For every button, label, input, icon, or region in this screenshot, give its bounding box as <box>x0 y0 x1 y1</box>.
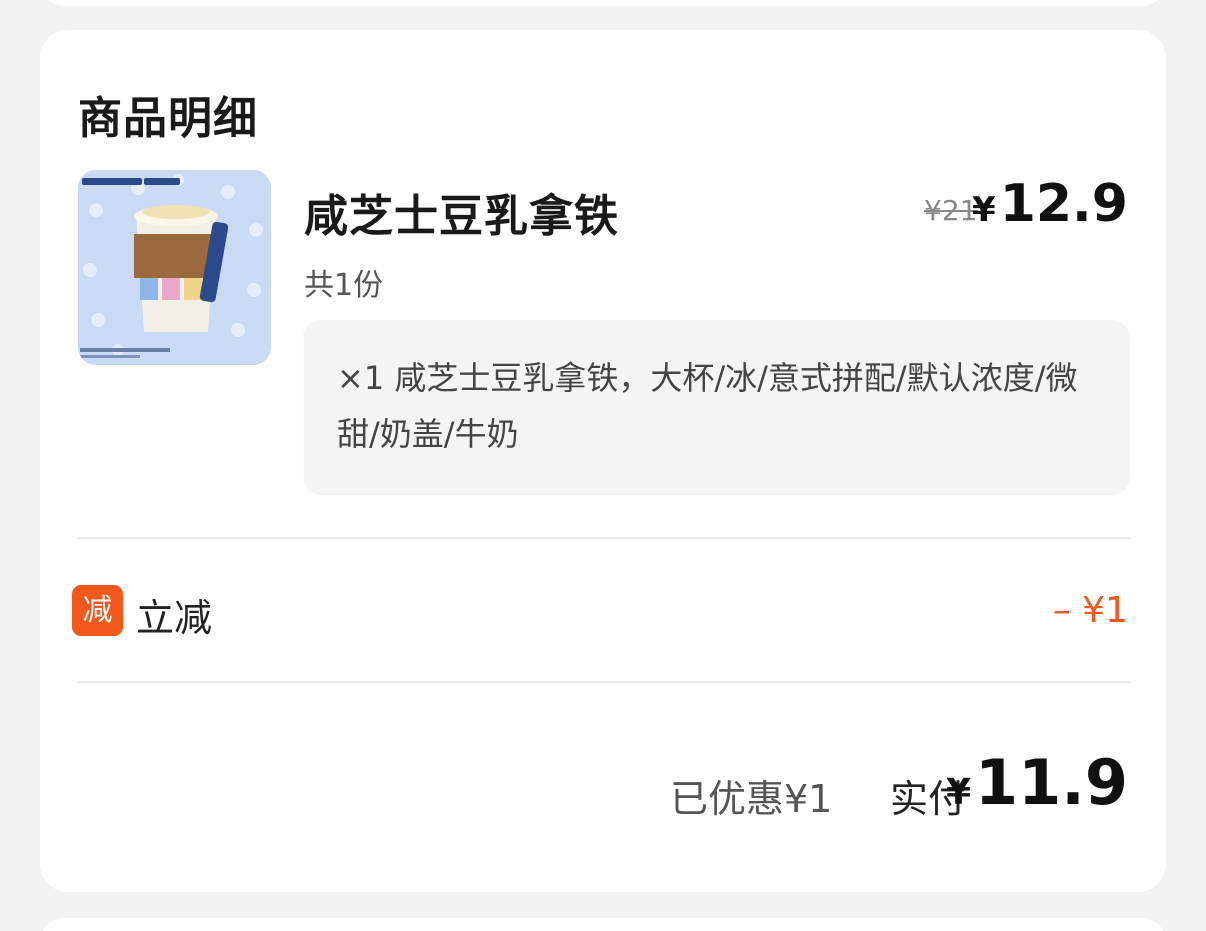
original-price: ¥21 <box>924 194 978 227</box>
product-image[interactable] <box>78 170 271 365</box>
order-detail-card: 商品明细 咸芝士豆乳拿铁 ¥21 ¥ 12.9 共1份 ×1 咸芝士豆乳拿铁，大… <box>40 30 1166 892</box>
divider <box>78 681 1130 683</box>
discount-value: – ¥1 <box>1052 590 1128 631</box>
current-price: ¥ 12.9 <box>972 174 1128 234</box>
total-paid: ¥ 11.9 <box>946 746 1128 819</box>
total-value: 11.9 <box>975 746 1128 819</box>
divider <box>78 537 1130 539</box>
product-name: 咸芝士豆乳拿铁 <box>304 191 619 242</box>
spec-box: ×1 咸芝士豆乳拿铁，大杯/冰/意式拼配/默认浓度/微甜/奶盖/牛奶 <box>303 320 1130 495</box>
spec-text: ×1 咸芝士豆乳拿铁，大杯/冰/意式拼配/默认浓度/微甜/奶盖/牛奶 <box>337 359 1078 453</box>
saved-amount: 已优惠¥1 <box>670 777 833 821</box>
previous-card <box>40 0 1166 6</box>
discount-badge: 减 <box>72 585 123 636</box>
section-title: 商品明细 <box>78 93 258 144</box>
total-currency: ¥ <box>945 772 972 813</box>
discount-label: 立减 <box>136 596 213 640</box>
price-currency: ¥ <box>972 190 996 230</box>
next-card <box>40 918 1166 931</box>
product-quantity: 共1份 <box>304 268 384 303</box>
price-value: 12.9 <box>999 174 1128 234</box>
